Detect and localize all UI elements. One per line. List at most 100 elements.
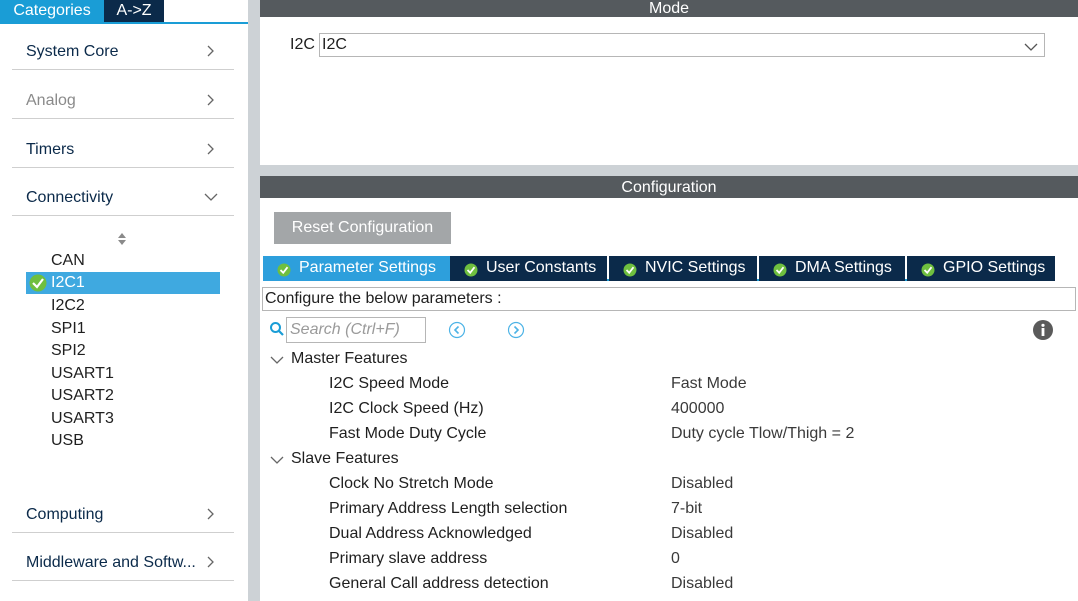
list-item-usart3[interactable]: USART3	[26, 408, 220, 430]
chevron-right-icon	[204, 555, 218, 569]
category-label: Analog	[26, 92, 76, 109]
list-item-usb[interactable]: USB	[26, 430, 220, 452]
param-value: Disabled	[671, 475, 734, 492]
info-icon[interactable]	[1032, 319, 1054, 341]
chevron-down-icon	[1024, 40, 1038, 52]
tab-label: User Constants	[486, 259, 597, 276]
tab-a-to-z[interactable]: A->Z	[104, 0, 164, 22]
param-name: I2C Clock Speed (Hz)	[329, 400, 484, 417]
tab-gpio-settings[interactable]: GPIO Settings	[907, 256, 1055, 281]
list-item-label: USART3	[51, 410, 114, 427]
param-row-clock-speed[interactable]: I2C Clock Speed (Hz) 400000	[260, 398, 1078, 422]
mode-label: I2C	[290, 36, 315, 53]
chevron-down-icon	[270, 353, 284, 367]
check-circle-icon	[623, 261, 637, 277]
list-item-label: I2C2	[51, 297, 85, 314]
param-name: Clock No Stretch Mode	[329, 475, 494, 492]
list-item-spi1[interactable]: SPI1	[26, 318, 220, 340]
param-value: 7-bit	[671, 500, 703, 517]
list-item-usart2[interactable]: USART2	[26, 385, 220, 407]
reset-configuration-button[interactable]: Reset Configuration	[274, 212, 451, 244]
list-item-label: USART1	[51, 365, 114, 382]
mode-select[interactable]: I2C	[319, 33, 1045, 57]
param-row-general-call[interactable]: General Call address detection Disabled	[260, 573, 1078, 597]
tab-nvic-settings[interactable]: NVIC Settings	[609, 256, 757, 281]
arrow-left-circle-icon[interactable]	[448, 321, 466, 339]
category-label: Connectivity	[26, 189, 114, 206]
list-item-i2c2[interactable]: I2C2	[26, 295, 220, 317]
check-circle-icon	[773, 261, 787, 277]
category-label: System Core	[26, 43, 119, 60]
search-input[interactable]	[286, 317, 426, 343]
chevron-down-icon	[270, 453, 284, 467]
category-system-core[interactable]: System Core	[12, 40, 234, 70]
category-analog[interactable]: Analog	[12, 89, 234, 119]
list-item-i2c1[interactable]: I2C1	[26, 272, 220, 294]
param-value: Duty cycle Tlow/Thigh = 2	[671, 425, 855, 442]
list-item-label: CAN	[51, 252, 85, 269]
list-item-label: I2C1	[51, 274, 85, 291]
param-name: I2C Speed Mode	[329, 375, 450, 392]
category-label: Middleware and Softw...	[26, 554, 196, 571]
arrow-right-circle-icon[interactable]	[507, 321, 525, 339]
param-row-dual-address[interactable]: Dual Address Acknowledged Disabled	[260, 523, 1078, 547]
mode-panel: I2C I2C	[260, 17, 1078, 165]
chevron-right-icon	[204, 507, 218, 521]
param-name: Primary slave address	[329, 550, 488, 567]
mode-select-value: I2C	[322, 36, 347, 53]
list-item-label: USART2	[51, 387, 114, 404]
check-circle-icon	[464, 261, 478, 277]
param-value: Disabled	[671, 525, 734, 542]
check-circle-icon	[921, 261, 935, 277]
vertical-splitter[interactable]	[248, 0, 260, 601]
category-timers[interactable]: Timers	[12, 138, 234, 168]
tab-user-constants[interactable]: User Constants	[450, 256, 607, 281]
list-item-spi2[interactable]: SPI2	[26, 340, 220, 362]
horizontal-splitter[interactable]	[260, 165, 1078, 176]
param-row-speed-mode[interactable]: I2C Speed Mode Fast Mode	[260, 373, 1078, 397]
param-name: Primary Address Length selection	[329, 500, 568, 517]
param-name: Fast Mode Duty Cycle	[329, 425, 487, 442]
search-icon	[269, 321, 285, 337]
param-name: Dual Address Acknowledged	[329, 525, 532, 542]
param-row-no-stretch[interactable]: Clock No Stretch Mode Disabled	[260, 473, 1078, 497]
chevron-right-icon	[204, 93, 218, 107]
param-row-address-length[interactable]: Primary Address Length selection 7-bit	[260, 498, 1078, 522]
category-label: Computing	[26, 506, 104, 523]
config-tab-bar: Parameter Settings User Constants NVIC S…	[263, 256, 1055, 281]
tab-label: GPIO Settings	[943, 259, 1046, 276]
tab-parameter-settings[interactable]: Parameter Settings	[263, 256, 450, 281]
check-circle-icon	[28, 274, 48, 292]
tab-label: DMA Settings	[795, 259, 892, 276]
configuration-panel: Reset Configuration Parameter Settings U…	[260, 198, 1078, 601]
param-value: Fast Mode	[671, 375, 747, 392]
param-row-slave-address[interactable]: Primary slave address 0	[260, 548, 1078, 572]
category-connectivity[interactable]: Connectivity	[12, 186, 234, 216]
category-computing[interactable]: Computing	[12, 503, 234, 533]
list-item-label: SPI1	[51, 320, 86, 337]
category-middleware[interactable]: Middleware and Softw...	[12, 551, 234, 581]
chevron-right-icon	[204, 142, 218, 156]
chevron-down-icon	[204, 190, 218, 204]
mode-header: Mode	[260, 0, 1078, 17]
list-item-usart1[interactable]: USART1	[26, 363, 220, 385]
configuration-header: Configuration	[260, 176, 1078, 198]
param-value: Disabled	[671, 575, 734, 592]
list-item-label: SPI2	[51, 342, 86, 359]
left-tab-bar: Categories A->Z	[0, 0, 248, 24]
group-label: Slave Features	[291, 450, 399, 467]
tab-dma-settings[interactable]: DMA Settings	[759, 256, 905, 281]
tab-label: NVIC Settings	[645, 259, 746, 276]
sort-arrows-icon[interactable]	[116, 231, 128, 247]
categories-panel: Categories A->Z System Core Analog Timer…	[0, 0, 248, 601]
list-item-label: USB	[51, 432, 84, 449]
param-value: 0	[671, 550, 680, 567]
param-name: General Call address detection	[329, 575, 549, 592]
list-item-can[interactable]: CAN	[26, 250, 220, 272]
group-label: Master Features	[291, 350, 408, 367]
param-value: 400000	[671, 400, 725, 417]
tab-categories[interactable]: Categories	[0, 0, 104, 22]
chevron-right-icon	[204, 44, 218, 58]
tab-label: Parameter Settings	[299, 259, 436, 276]
param-row-duty-cycle[interactable]: Fast Mode Duty Cycle Duty cycle Tlow/Thi…	[260, 423, 1078, 447]
